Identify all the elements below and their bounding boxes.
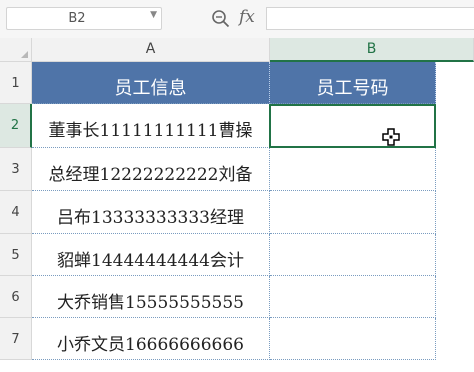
row-header-label: 7 bbox=[11, 332, 20, 347]
column-header-a[interactable]: A bbox=[32, 38, 270, 62]
table-header-cell[interactable]: 员工号码 bbox=[270, 62, 436, 104]
row-header-3[interactable]: 3 bbox=[0, 148, 32, 191]
table-header-label: 员工号码 bbox=[316, 78, 389, 99]
row-header-6[interactable]: 6 bbox=[0, 276, 32, 318]
row-header-7[interactable]: 7 bbox=[0, 318, 32, 360]
sheet-bottom-edge bbox=[0, 360, 474, 372]
row-header-2[interactable]: 2 bbox=[0, 104, 32, 148]
row-header-label: 6 bbox=[11, 290, 20, 305]
table-cell-b6[interactable] bbox=[270, 276, 436, 318]
table-cell-a2[interactable]: 董事长11111111111曹操 bbox=[32, 104, 270, 148]
row-header-label: 1 bbox=[11, 76, 20, 91]
select-all-corner[interactable] bbox=[0, 38, 32, 62]
row-header-4[interactable]: 4 bbox=[0, 191, 32, 234]
table-cell-a4[interactable]: 吕布13333333333经理 bbox=[32, 191, 270, 234]
table-cell-a3[interactable]: 总经理12222222222刘备 bbox=[32, 148, 270, 191]
table-cell-a5[interactable]: 貂蝉14444444444会计 bbox=[32, 234, 270, 276]
table-cell-b5[interactable] bbox=[270, 234, 436, 276]
cell-text: 吕布13333333333经理 bbox=[57, 208, 244, 228]
cell-text: 总经理12222222222刘备 bbox=[48, 165, 253, 185]
formula-input[interactable] bbox=[266, 7, 474, 30]
cell-text: 董事长11111111111曹操 bbox=[48, 121, 253, 141]
name-box[interactable]: B2 ▼ bbox=[6, 7, 162, 30]
formula-bar: B2 ▼ fx bbox=[0, 0, 474, 39]
name-box-value: B2 bbox=[68, 11, 86, 26]
row-header-label: 2 bbox=[10, 118, 20, 133]
cell-text: 貂蝉14444444444会计 bbox=[57, 251, 244, 271]
row-header-1[interactable]: 1 bbox=[0, 62, 32, 104]
cell-text: 小乔文员16666666666 bbox=[57, 335, 244, 355]
cell-text: 大乔销售15555555555 bbox=[57, 293, 244, 313]
zoom-icon[interactable] bbox=[211, 9, 231, 29]
column-header-b[interactable]: B bbox=[270, 38, 474, 62]
table-header-cell[interactable]: 员工信息 bbox=[32, 62, 270, 104]
table-cell-a6[interactable]: 大乔销售15555555555 bbox=[32, 276, 270, 318]
row-header-5[interactable]: 5 bbox=[0, 234, 32, 276]
table-cell-b4[interactable] bbox=[270, 191, 436, 234]
table-cell-b3[interactable] bbox=[270, 148, 436, 191]
cross-cursor-icon bbox=[382, 128, 400, 146]
row-header-label: 5 bbox=[11, 248, 20, 263]
row-header-label: 4 bbox=[11, 205, 20, 220]
selected-cell-outline bbox=[269, 104, 436, 148]
row-header-label: 3 bbox=[11, 162, 20, 177]
dropdown-arrow-icon[interactable]: ▼ bbox=[150, 10, 157, 20]
fx-icon[interactable]: fx bbox=[239, 7, 255, 27]
table-header-label: 员工信息 bbox=[114, 78, 187, 99]
table-cell-a7[interactable]: 小乔文员16666666666 bbox=[32, 318, 270, 360]
table-cell-b7[interactable] bbox=[270, 318, 436, 360]
